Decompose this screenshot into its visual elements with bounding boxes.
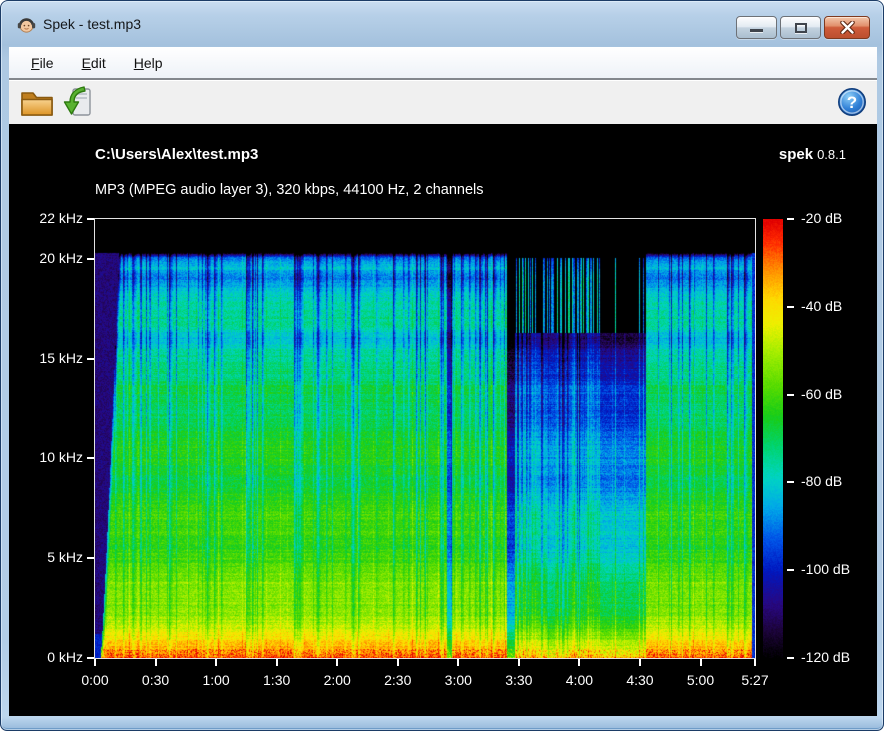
x-axis-label: 0:30 — [131, 672, 181, 688]
y-axis-label: 5 kHz — [23, 549, 83, 565]
colorbar-label: -100 dB — [801, 561, 881, 577]
y-axis-tick — [87, 358, 94, 360]
colorbar-label: -40 dB — [801, 298, 881, 314]
title-bar[interactable]: Spek - test.mp3 — [1, 1, 883, 47]
spectrogram-panel: C:\Users\Alex\test.mp3 spek0.8.1 MP3 (MP… — [9, 124, 877, 716]
x-axis-label: 5:27 — [730, 672, 780, 688]
x-axis-label: 1:30 — [252, 672, 302, 688]
x-axis-label: 4:00 — [554, 672, 604, 688]
help-button[interactable]: ? — [835, 85, 869, 119]
close-button[interactable] — [824, 16, 870, 39]
x-axis-label: 2:00 — [312, 672, 362, 688]
colorbar-tick — [787, 394, 794, 396]
x-axis-tick — [94, 659, 96, 666]
minimize-button[interactable] — [736, 16, 777, 39]
x-axis-tick — [639, 659, 641, 666]
maximize-icon — [795, 23, 807, 33]
window-controls — [736, 16, 870, 39]
y-axis-label: 0 kHz — [23, 649, 83, 665]
y-axis-label: 10 kHz — [23, 449, 83, 465]
x-axis-label: 0:00 — [70, 672, 120, 688]
x-axis-tick — [276, 659, 278, 666]
colorbar-label: -20 dB — [801, 210, 881, 226]
minimize-icon — [750, 29, 763, 32]
colorbar-label: -80 dB — [801, 473, 881, 489]
x-axis-tick — [155, 659, 157, 666]
window-title: Spek - test.mp3 — [43, 16, 141, 32]
colorbar-tick — [787, 218, 794, 220]
x-axis-tick — [215, 659, 217, 666]
x-axis-label: 4:30 — [615, 672, 665, 688]
folder-open-icon — [19, 87, 55, 118]
maximize-button[interactable] — [780, 16, 821, 39]
y-axis-tick — [87, 218, 94, 220]
svg-text:?: ? — [847, 93, 857, 112]
help-icon: ? — [837, 87, 867, 117]
x-axis-tick — [336, 659, 338, 666]
close-icon — [840, 21, 855, 34]
x-axis-label: 5:00 — [676, 672, 726, 688]
y-axis-label: 22 kHz — [23, 210, 83, 226]
menu-help[interactable]: Help — [126, 51, 171, 75]
x-axis-tick — [457, 659, 459, 666]
y-axis-tick — [87, 258, 94, 260]
y-axis-tick — [87, 657, 94, 659]
colorbar-tick — [787, 657, 794, 659]
x-axis-label: 1:00 — [191, 672, 241, 688]
app-icon — [17, 15, 36, 34]
app-window: Spek - test.mp3 File Edit Help — [0, 0, 884, 731]
x-axis-tick — [754, 659, 756, 666]
menu-file[interactable]: File — [23, 51, 62, 75]
menu-bar: File Edit Help — [9, 47, 877, 78]
x-axis-tick — [518, 659, 520, 666]
x-axis-label: 3:00 — [433, 672, 483, 688]
y-axis-tick — [87, 457, 94, 459]
colorbar-label: -120 dB — [801, 649, 881, 665]
x-axis-label: 2:30 — [373, 672, 423, 688]
save-button[interactable] — [57, 82, 97, 122]
menu-edit[interactable]: Edit — [74, 51, 114, 75]
colorbar-tick — [787, 481, 794, 483]
colorbar-tick — [787, 306, 794, 308]
x-axis-tick — [700, 659, 702, 666]
colorbar-label: -60 dB — [801, 386, 881, 402]
save-icon — [60, 86, 94, 118]
axes: 22 kHz 20 kHz 15 kHz 10 kHz 5 kHz 0 kHz 0:00 0:… — [9, 124, 877, 716]
y-axis-tick — [87, 557, 94, 559]
colorbar-tick — [787, 569, 794, 571]
open-file-button[interactable] — [17, 82, 57, 122]
x-axis-tick — [397, 659, 399, 666]
x-axis-label: 3:30 — [494, 672, 544, 688]
toolbar: ? — [9, 78, 877, 124]
y-axis-label: 15 kHz — [23, 350, 83, 366]
x-axis-tick — [578, 659, 580, 666]
y-axis-label: 20 kHz — [23, 250, 83, 266]
